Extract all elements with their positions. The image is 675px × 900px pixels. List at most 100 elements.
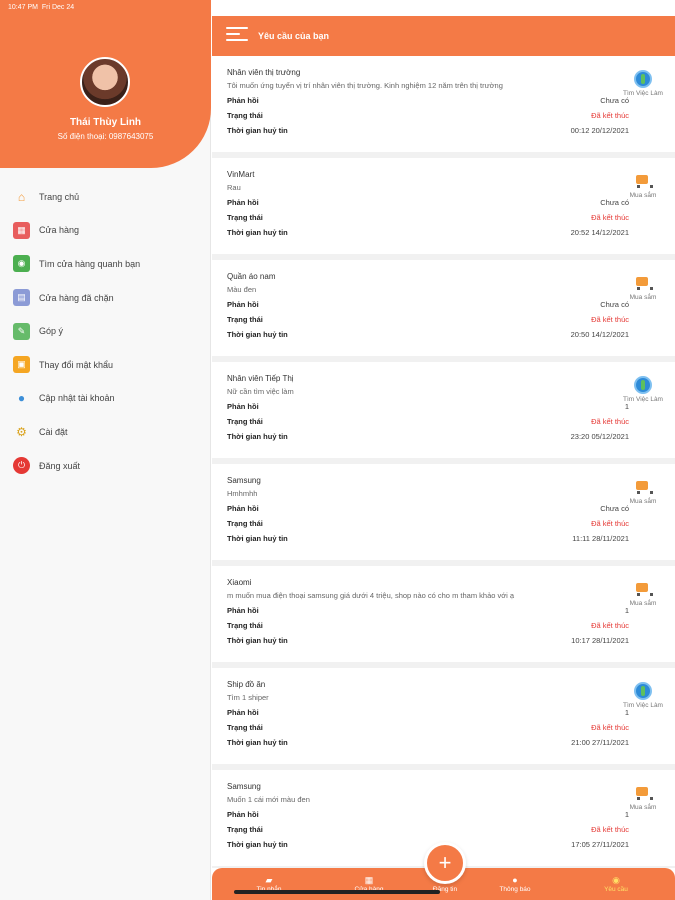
request-card[interactable]: Xiaomi m muốn mua điện thoại samsung giá… [212,566,675,668]
reply-label: Phản hồi [227,504,259,513]
reply-value: 1 [624,606,629,615]
request-card[interactable]: Nhân viên Tiếp Thị Nữ cần tìm việc làm P… [212,362,675,464]
reply-value: Chưa có [600,96,629,105]
status-right: ◠ 100% [619,4,665,12]
reply-value: Chưa có [600,504,629,513]
bell-icon: ● [512,875,518,885]
category-badge: Mua sắm [617,172,669,199]
cancel-time-label: Thời gian huỷ tin [227,126,288,135]
tab-requests[interactable]: ◉ Yêu cầu [581,874,651,893]
status-label: Trạng thái [227,723,263,732]
menu-icon[interactable] [226,27,248,45]
category-badge: Tìm Việc Làm [617,682,669,709]
sidebar-item-store[interactable]: ▦ Cửa hàng [0,214,211,248]
status-label: Trạng thái [227,213,263,222]
category-label: Tìm Việc Làm [623,396,663,403]
status-bar: 10:47 PM Fri Dec 24 ◠ 100% [0,0,675,16]
status-label: Trạng thái [227,621,263,630]
globe-icon [634,70,652,88]
category-label: Tìm Việc Làm [623,90,663,97]
sidebar-item-home[interactable]: ⌂ Trang chủ [0,180,211,214]
cancel-time-label: Thời gian huỷ tin [227,432,288,441]
status-value: Đã kết thúc [591,825,629,834]
reply-value: 1 [624,810,629,819]
reply-label: Phản hồi [227,300,259,309]
sidebar-item-logout[interactable]: ⏻ Đăng xuất [0,449,211,483]
profile-name: Thái Thùy Linh [69,117,142,128]
shopping-cart-icon [634,478,653,496]
cancel-time-value: 11:11 28/11/2021 [572,534,629,543]
reply-value: Chưa có [600,300,629,309]
cancel-time-label: Thời gian huỷ tin [227,534,288,543]
avatar[interactable] [80,57,130,107]
page-title: Yêu cầu của bạn [258,31,330,41]
reply-value: Chưa có [600,198,629,207]
sidebar-item-label: Cài đặt [39,426,68,437]
sidebar-item-update-account[interactable]: ● Cập nhật tài khoản [0,382,211,416]
status-value: Đã kết thúc [591,519,629,528]
home-icon: ⌂ [17,189,26,204]
category-label: Mua sắm [629,294,657,301]
reply-value: 1 [624,402,629,411]
logout-icon: ⏻ [13,457,30,475]
battery-percent: 100% [629,4,647,12]
category-badge: Mua sắm [617,478,669,505]
tab-label: Yêu cầu [604,886,628,893]
plus-icon: + [438,850,452,875]
request-description: Hmhmhh [227,489,258,498]
sidebar-item-feedback[interactable]: ✎ Góp ý [0,314,211,348]
request-card[interactable]: VinMart Rau Phản hồi Chưa có Trạng thái Đã… [212,158,675,260]
request-description: Màu đen [227,285,257,294]
cancel-time-value: 20:52 14/12/2021 [570,228,629,237]
settings-icon: ⚙ [16,424,27,439]
request-title: Nhân viên thị trường [227,68,301,77]
reply-label: Phản hồi [227,402,259,411]
reply-label: Phản hồi [227,606,259,615]
map-icon: ◉ [13,255,30,273]
sidebar-item-label: Trang chủ [39,191,80,202]
blocked-store-icon: ▤ [13,289,30,307]
request-title: Xiaomi [227,578,252,587]
sidebar: Thái Thùy Linh Số điện thoại: 0987643075… [0,0,211,900]
status-label: Trạng thái [227,111,263,120]
cancel-time-label: Thời gian huỷ tin [227,840,288,849]
reply-label: Phản hồi [227,810,259,819]
request-card[interactable]: Samsung Hmhmhh Phản hồi Chưa có Trạng thá… [212,464,675,566]
cancel-time-value: 23:20 05/12/2021 [570,432,629,441]
request-description: Tôi muốn ứng tuyển vị trí nhân viên thị … [227,81,503,90]
category-badge: Tìm Việc Làm [617,376,669,403]
request-card[interactable]: Quần áo nam Màu đen Phản hồi Chưa có Trạn… [212,260,675,362]
status-label: Trạng thái [227,417,263,426]
cancel-time-label: Thời gian huỷ tin [227,636,288,645]
sidebar-item-blocked-stores[interactable]: ▤ Cửa hàng đã chặn [0,281,211,315]
store-icon: ▦ [364,875,374,885]
shopping-cart-icon [634,274,653,292]
tab-notifications[interactable]: ● Thông báo [480,874,550,893]
request-description: Tìm 1 shiper [227,693,269,702]
sidebar-item-nearby-stores[interactable]: ◉ Tìm cửa hàng quanh bạn [0,247,211,281]
shopping-cart-icon [634,172,653,190]
profile-panel: Thái Thùy Linh Số điện thoại: 0987643075 [0,0,211,168]
category-label: Tìm Việc Làm [623,702,663,709]
status-value: Đã kết thúc [591,213,629,222]
sidebar-item-change-password[interactable]: ▣ Thay đổi mật khẩu [0,348,211,382]
battery-icon [651,4,665,12]
request-description: Rau [227,183,241,192]
status-value: Đã kết thúc [591,723,629,732]
sidebar-item-settings[interactable]: ⚙ Cài đặt [0,415,211,449]
request-card[interactable]: Nhân viên thị trường Tôi muốn ứng tuyển … [212,56,675,158]
reply-label: Phản hồi [227,708,259,717]
request-card[interactable]: Ship đồ ăn Tìm 1 shiper Phản hồi 1 Trạng … [212,668,675,770]
status-value: Đã kết thúc [591,111,629,120]
sidebar-item-label: Cửa hàng [39,225,80,236]
request-title: Samsung [227,476,261,485]
status-value: Đã kết thúc [591,315,629,324]
reply-label: Phản hồi [227,96,259,105]
category-badge: Mua sắm [617,784,669,811]
sidebar-item-label: Tìm cửa hàng quanh bạn [39,258,141,269]
cancel-time-value: 17:05 27/11/2021 [571,840,629,849]
globe-icon [634,376,652,394]
add-post-button[interactable]: + [424,842,466,884]
category-label: Mua sắm [629,600,657,607]
wifi-icon: ◠ [618,5,626,12]
